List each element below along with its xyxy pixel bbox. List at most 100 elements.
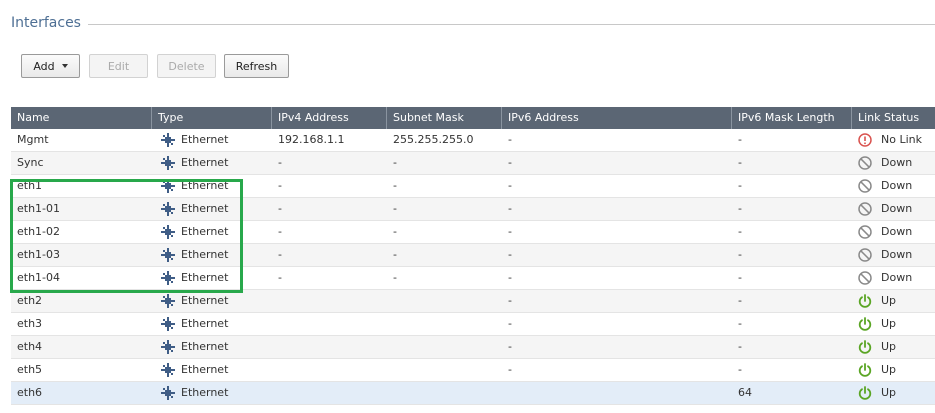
cell-name: eth1	[17, 179, 43, 192]
column-header-name[interactable]: Name	[11, 107, 152, 129]
ethernet-icon	[161, 271, 175, 285]
disabled-icon	[858, 271, 872, 285]
column-header-type[interactable]: Type	[151, 107, 271, 129]
table-row[interactable]: eth1 Ethernet - - - - Down	[11, 175, 935, 198]
cell-type-label: Ethernet	[181, 340, 229, 353]
table-row[interactable]: eth5 Ethernet - - Up	[11, 359, 935, 382]
cell-ipv6: -	[508, 317, 512, 330]
cell-type-label: Ethernet	[181, 271, 229, 284]
ethernet-icon	[161, 340, 175, 354]
cell-link-status: Up	[852, 313, 896, 335]
table-row[interactable]: eth3 Ethernet - - Up	[11, 313, 935, 336]
cell-link-status: Up	[852, 290, 896, 312]
cell-subnet-mask: -	[393, 179, 397, 192]
ethernet-icon	[161, 202, 175, 216]
table-row[interactable]: eth1-03 Ethernet - - - - Down	[11, 244, 935, 267]
cell-link-status-label: Up	[881, 294, 897, 307]
edit-button[interactable]: Edit	[89, 54, 148, 78]
table-body: Mgmt Ethernet 192.168.1.1 255.255.255.0 - - No…	[11, 129, 935, 405]
cell-type: Ethernet	[157, 267, 228, 289]
cell-type: Ethernet	[157, 359, 228, 381]
table-row[interactable]: eth6 Ethernet 64 Up	[11, 382, 935, 405]
section-divider	[88, 24, 935, 25]
section-title: Interfaces	[11, 15, 81, 31]
cell-link-status: Down	[852, 244, 912, 266]
ethernet-icon	[161, 225, 175, 239]
ethernet-icon	[161, 156, 175, 170]
cell-ipv6-mask-length: 64	[738, 386, 752, 399]
cell-ipv4: -	[278, 156, 282, 169]
table-row[interactable]: eth4 Ethernet - - Up	[11, 336, 935, 359]
ethernet-icon	[161, 317, 175, 331]
cell-link-status: Down	[852, 175, 912, 197]
refresh-button[interactable]: Refresh	[224, 54, 289, 78]
cell-name: eth1-04	[17, 271, 61, 284]
cell-type-label: Ethernet	[181, 202, 229, 215]
column-header-subnet-mask[interactable]: Subnet Mask	[386, 107, 501, 129]
cell-type: Ethernet	[157, 336, 228, 358]
cell-ipv6-mask-length: -	[738, 248, 742, 261]
cell-name: Mgmt	[17, 133, 49, 146]
table-row[interactable]: eth1-01 Ethernet - - - - Down	[11, 198, 935, 221]
cell-name: eth5	[17, 363, 43, 376]
cell-ipv4: 192.168.1.1	[278, 133, 345, 146]
disabled-icon	[858, 179, 872, 193]
disabled-icon	[858, 156, 872, 170]
cell-type-label: Ethernet	[181, 386, 229, 399]
cell-subnet-mask: 255.255.255.0	[393, 133, 474, 146]
cell-subnet-mask: -	[393, 225, 397, 238]
delete-button[interactable]: Delete	[157, 54, 216, 78]
cell-ipv6: -	[508, 202, 512, 215]
delete-button-label: Delete	[168, 59, 205, 73]
cell-ipv6-mask-length: -	[738, 340, 742, 353]
ethernet-icon	[161, 386, 175, 400]
cell-link-status-label: Up	[881, 386, 897, 399]
cell-name: eth2	[17, 294, 43, 307]
cell-ipv4: -	[278, 248, 282, 261]
cell-name: eth1-02	[17, 225, 61, 238]
refresh-button-label: Refresh	[235, 59, 278, 73]
cell-link-status: No Link	[852, 129, 922, 151]
table-row[interactable]: eth2 Ethernet - - Up	[11, 290, 935, 313]
cell-link-status-label: Down	[881, 225, 913, 238]
edit-button-label: Edit	[107, 59, 130, 73]
cell-ipv6-mask-length: -	[738, 179, 742, 192]
add-button-label: Add	[33, 59, 55, 73]
table-row[interactable]: Mgmt Ethernet 192.168.1.1 255.255.255.0 - - No…	[11, 129, 935, 152]
cell-ipv6: -	[508, 340, 512, 353]
table-row[interactable]: Sync Ethernet - - - - Down	[11, 152, 935, 175]
cell-name: Sync	[17, 156, 44, 169]
cell-link-status: Down	[852, 267, 912, 289]
cell-ipv6: -	[508, 225, 512, 238]
cell-subnet-mask: -	[393, 271, 397, 284]
cell-ipv6-mask-length: -	[738, 156, 742, 169]
power-icon	[858, 386, 872, 400]
cell-link-status: Down	[852, 152, 912, 174]
cell-subnet-mask: -	[393, 202, 397, 215]
cell-type-label: Ethernet	[181, 317, 229, 330]
cell-ipv6-mask-length: -	[738, 133, 742, 146]
column-header-link-status[interactable]: Link Status	[851, 107, 935, 129]
cell-type-label: Ethernet	[181, 225, 229, 238]
table-row[interactable]: eth1-04 Ethernet - - - - Down	[11, 267, 935, 290]
cell-type: Ethernet	[157, 152, 228, 174]
column-header-ipv6[interactable]: IPv6 Address	[501, 107, 731, 129]
power-icon	[858, 340, 872, 354]
disabled-icon	[858, 248, 872, 262]
cell-link-status-label: Down	[881, 179, 913, 192]
column-header-ipv6-mask-length[interactable]: IPv6 Mask Length	[731, 107, 851, 129]
add-button[interactable]: Add	[21, 54, 80, 78]
cell-ipv6: -	[508, 248, 512, 261]
cell-ipv6-mask-length: -	[738, 271, 742, 284]
ethernet-icon	[161, 179, 175, 193]
cell-link-status-label: Down	[881, 271, 913, 284]
cell-ipv6-mask-length: -	[738, 202, 742, 215]
cell-ipv6-mask-length: -	[738, 317, 742, 330]
power-icon	[858, 317, 872, 331]
cell-ipv6: -	[508, 363, 512, 376]
cell-name: eth4	[17, 340, 43, 353]
cell-link-status-label: Down	[881, 156, 913, 169]
column-header-ipv4[interactable]: IPv4 Address	[271, 107, 386, 129]
ethernet-icon	[161, 294, 175, 308]
table-row[interactable]: eth1-02 Ethernet - - - - Down	[11, 221, 935, 244]
